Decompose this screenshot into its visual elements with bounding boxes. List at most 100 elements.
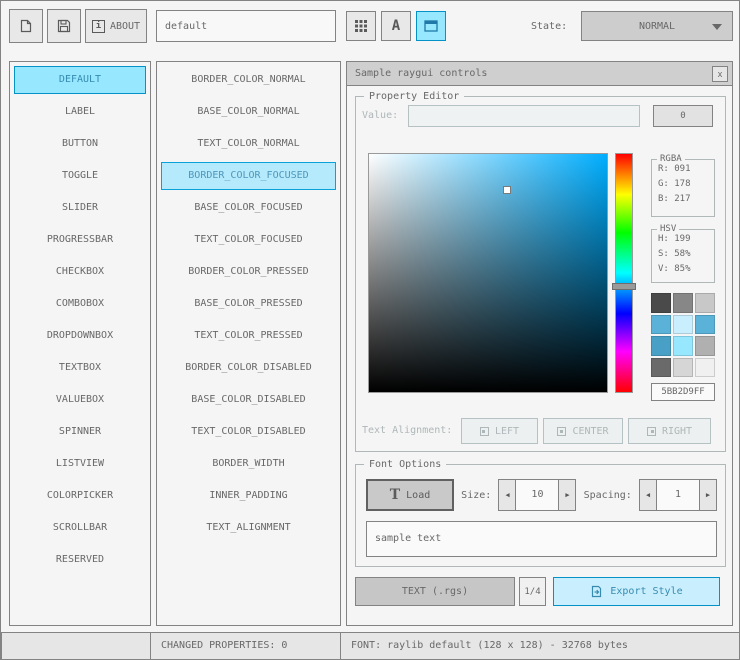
color-swatch[interactable] <box>651 314 671 334</box>
font-size-value: 10 <box>516 479 559 511</box>
list-item-inner-padding[interactable]: INNER_PADDING <box>161 482 336 510</box>
font-load-button[interactable]: T Load <box>366 479 454 511</box>
color-swatch[interactable] <box>695 314 715 334</box>
list-item-border-color-focused[interactable]: BORDER_COLOR_FOCUSED <box>161 162 336 190</box>
color-swatch[interactable] <box>695 336 715 356</box>
align-center-button-label: CENTER <box>572 425 609 437</box>
export-style-button[interactable]: Export Style <box>553 577 720 606</box>
text-t-icon: T <box>389 487 401 503</box>
arrow-left-icon: ◀ <box>505 491 510 499</box>
list-item-checkbox[interactable]: CHECKBOX <box>14 258 146 286</box>
list-item-scrollbar[interactable]: SCROLLBAR <box>14 514 146 542</box>
color-swatch[interactable] <box>651 357 671 377</box>
color-swatch[interactable] <box>651 293 671 313</box>
state-label: State: <box>531 21 568 32</box>
list-item-progressbar[interactable]: PROGRESSBAR <box>14 226 146 254</box>
list-item-valuebox[interactable]: VALUEBOX <box>14 386 146 414</box>
list-item-colorpicker[interactable]: COLORPICKER <box>14 482 146 510</box>
property-editor-group-label: Property Editor <box>364 91 465 102</box>
list-item-base-color-normal[interactable]: BASE_COLOR_NORMAL <box>161 98 336 126</box>
color-swatch[interactable] <box>651 336 671 356</box>
state-dropdown[interactable]: NORMAL <box>581 11 733 41</box>
color-swatch[interactable] <box>673 336 693 356</box>
letter-a-icon: A <box>391 18 401 34</box>
color-swatch[interactable] <box>673 314 693 334</box>
align-center-button[interactable]: CENTER <box>543 418 623 444</box>
sample-window-titlebar[interactable]: Sample raygui controls x <box>347 62 732 86</box>
rgba-green-value: G: 178 <box>658 179 691 189</box>
style-editor-view-button[interactable] <box>416 11 446 41</box>
grid-icon <box>354 19 368 33</box>
about-button[interactable]: i ABOUT <box>85 9 147 43</box>
color-picker-cursor[interactable] <box>503 185 512 194</box>
hue-slider[interactable] <box>612 282 636 290</box>
list-item-default[interactable]: DEFAULT <box>14 66 146 94</box>
sample-controls-window: Sample raygui controls x Property Editor… <box>346 61 733 626</box>
font-spacing-stepper: ◀ 1 ▶ <box>638 479 717 511</box>
font-size-increase-button[interactable]: ▶ <box>558 479 577 511</box>
font-spacing-value: 1 <box>656 479 699 511</box>
list-item-text-color-pressed[interactable]: TEXT_COLOR_PRESSED <box>161 322 336 350</box>
style-table-view-button[interactable] <box>346 11 376 41</box>
save-style-file-button[interactable] <box>47 9 81 43</box>
align-left-button[interactable]: LEFT <box>461 418 538 444</box>
list-item-text-color-disabled[interactable]: TEXT_COLOR_DISABLED <box>161 418 336 446</box>
style-color-grid <box>651 293 715 377</box>
list-item-slider[interactable]: SLIDER <box>14 194 146 222</box>
page-indicator-button[interactable]: 1/4 <box>519 577 546 606</box>
list-item-border-color-disabled[interactable]: BORDER_COLOR_DISABLED <box>161 354 336 382</box>
rgba-group-label: RGBA <box>657 154 685 164</box>
text-alignment-label: Text Alignment: <box>362 425 453 436</box>
color-swatch[interactable] <box>673 293 693 313</box>
value-input[interactable] <box>408 105 640 127</box>
info-icon: i <box>91 19 105 33</box>
list-item-base-color-pressed[interactable]: BASE_COLOR_PRESSED <box>161 290 336 318</box>
align-right-button-label: RIGHT <box>661 425 693 437</box>
hex-color-input[interactable] <box>651 383 715 401</box>
color-swatch[interactable] <box>695 293 715 313</box>
list-item-label[interactable]: LABEL <box>14 98 146 126</box>
export-icon <box>590 585 603 598</box>
status-bar: CHANGED PROPERTIES: 0 FONT: raylib defau… <box>1 632 739 659</box>
list-item-text-color-normal[interactable]: TEXT_COLOR_NORMAL <box>161 130 336 158</box>
hsv-saturation-value: S: 58% <box>658 249 691 259</box>
list-item-base-color-disabled[interactable]: BASE_COLOR_DISABLED <box>161 386 336 414</box>
load-style-file-button[interactable] <box>9 9 43 43</box>
spacing-decrease-button[interactable]: ◀ <box>638 479 657 511</box>
save-icon <box>56 18 72 34</box>
rguistyler-window: i ABOUT A State: NORMAL DEFAULT LABEL BU… <box>0 0 740 660</box>
font-view-button[interactable]: A <box>381 11 411 41</box>
style-name-input[interactable] <box>156 10 336 42</box>
chevron-down-icon <box>712 24 722 30</box>
list-item-spinner[interactable]: SPINNER <box>14 418 146 446</box>
list-item-base-color-focused[interactable]: BASE_COLOR_FOCUSED <box>161 194 336 222</box>
color-swatch[interactable] <box>695 357 715 377</box>
list-item-text-alignment[interactable]: TEXT_ALIGNMENT <box>161 514 336 542</box>
list-item-combobox[interactable]: COMBOBOX <box>14 290 146 318</box>
list-item-text-color-focused[interactable]: TEXT_COLOR_FOCUSED <box>161 226 336 254</box>
state-dropdown-value: NORMAL <box>638 20 676 32</box>
list-item-textbox[interactable]: TEXTBOX <box>14 354 146 382</box>
list-item-border-color-normal[interactable]: BORDER_COLOR_NORMAL <box>161 66 336 94</box>
color-saturation-value-panel[interactable] <box>368 153 608 393</box>
list-item-button[interactable]: BUTTON <box>14 130 146 158</box>
rgba-group: RGBA R: 091 G: 178 B: 217 <box>651 154 715 217</box>
align-right-button[interactable]: RIGHT <box>628 418 711 444</box>
value-label: Value: <box>362 110 399 121</box>
sample-text-box[interactable]: sample text <box>366 521 717 557</box>
list-item-dropdownbox[interactable]: DROPDOWNBOX <box>14 322 146 350</box>
list-item-toggle[interactable]: TOGGLE <box>14 162 146 190</box>
list-item-reserved[interactable]: RESERVED <box>14 546 146 574</box>
font-size-decrease-button[interactable]: ◀ <box>498 479 517 511</box>
spacing-increase-button[interactable]: ▶ <box>698 479 717 511</box>
value-button[interactable]: 0 <box>653 105 713 127</box>
list-item-listview[interactable]: LISTVIEW <box>14 450 146 478</box>
close-button[interactable]: x <box>712 66 728 82</box>
list-item-border-width[interactable]: BORDER_WIDTH <box>161 450 336 478</box>
hsv-value-value: V: 85% <box>658 264 691 274</box>
export-format-button[interactable]: TEXT (.rgs) <box>355 577 515 606</box>
list-item-border-color-pressed[interactable]: BORDER_COLOR_PRESSED <box>161 258 336 286</box>
color-swatch[interactable] <box>673 357 693 377</box>
hue-bar[interactable] <box>612 153 636 393</box>
align-right-icon <box>646 426 656 436</box>
